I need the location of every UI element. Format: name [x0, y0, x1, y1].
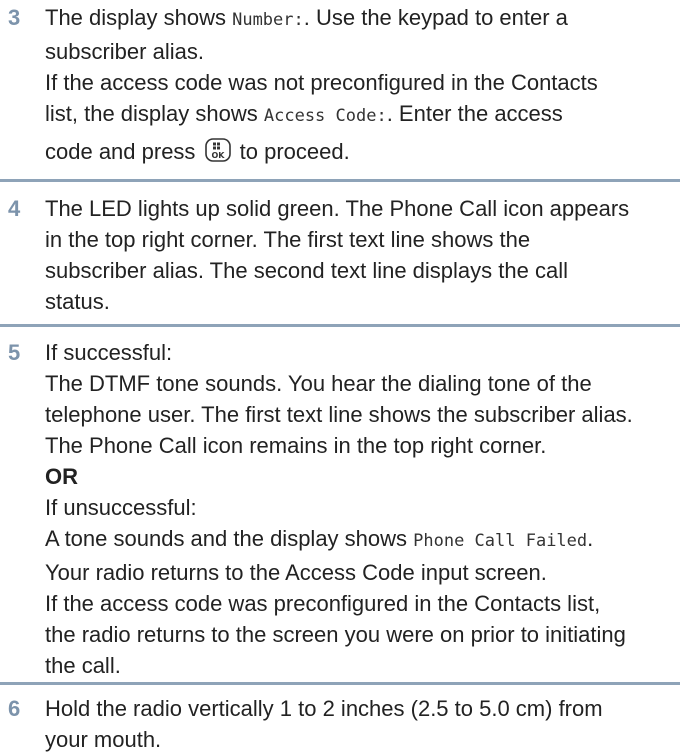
- step-number: 4: [8, 196, 21, 221]
- step-number: 3: [8, 5, 21, 30]
- text-line: A tone sounds and the display shows Phon…: [45, 526, 594, 551]
- text-line: If the access code was not preconfigured…: [45, 70, 598, 95]
- display-text: Number:: [232, 10, 304, 30]
- text-line: Hold the radio vertically 1 to 2 inches …: [45, 696, 603, 721]
- text-line: your mouth.: [45, 727, 162, 752]
- ok-menu-key-icon: OK: [204, 138, 231, 162]
- text-line: status.: [45, 289, 110, 314]
- display-text: Phone Call Failed: [413, 531, 588, 551]
- step-text: The LED lights up solid green. The Phone…: [45, 193, 675, 317]
- text-line: The DTMF tone sounds. You hear the diali…: [45, 371, 592, 396]
- text-line: list, the display shows Access Code:. En…: [45, 101, 563, 126]
- step-number: 5: [8, 340, 21, 365]
- separator: [0, 682, 680, 685]
- text-line: code and press OK to proceed.: [45, 138, 350, 164]
- document-page: 3 The display shows Number:. Use the key…: [0, 0, 680, 752]
- text-line: Your radio returns to the Access Code in…: [45, 560, 547, 585]
- step-text: If successful: The DTMF tone sounds. You…: [45, 337, 675, 681]
- text-line: The display shows Number:. Use the keypa…: [45, 5, 568, 30]
- text-line: the call.: [45, 653, 121, 678]
- text-line: subscriber alias.: [45, 39, 204, 64]
- text-line: The Phone Call icon remains in the top r…: [45, 433, 547, 458]
- separator: [0, 179, 680, 182]
- text-line: telephone user. The first text line show…: [45, 402, 633, 427]
- step-text: The display shows Number:. Use the keypa…: [45, 2, 675, 167]
- text-line: If unsuccessful:: [45, 495, 197, 520]
- or-label: OR: [45, 464, 78, 489]
- svg-text:OK: OK: [211, 151, 225, 160]
- step-number: 6: [8, 696, 21, 721]
- display-text: Access Code:: [263, 106, 387, 126]
- separator: [0, 324, 680, 327]
- text-line: If successful:: [45, 340, 173, 365]
- step-text: Hold the radio vertically 1 to 2 inches …: [45, 693, 675, 755]
- text-line: If the access code was preconfigured in …: [45, 591, 601, 616]
- text-line: The LED lights up solid green. The Phone…: [45, 196, 630, 221]
- text-line: subscriber alias. The second text line d…: [45, 258, 568, 283]
- text-line: the radio returns to the screen you were…: [45, 622, 626, 647]
- text-line: in the top right corner. The first text …: [45, 227, 531, 252]
